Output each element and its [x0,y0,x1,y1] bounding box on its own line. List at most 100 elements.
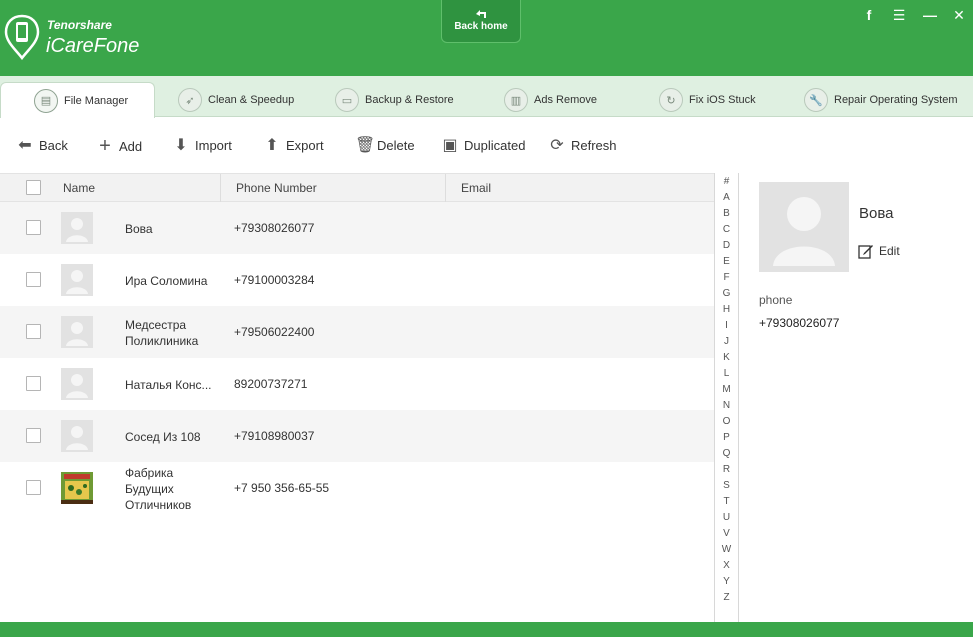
alphabet-index-letter[interactable]: N [715,400,738,411]
alphabet-index-letter[interactable]: A [715,192,738,203]
contact-phone: +79506022400 [234,325,315,339]
toolbar: ⬅ Back + Add ⬇ Import ⬆ Export 🗑 Delete … [0,118,973,173]
alphabet-index-letter[interactable]: Q [715,448,738,459]
add-button[interactable]: + Add [97,135,142,158]
contact-phone: +79100003284 [234,273,315,287]
table-row[interactable]: Медсестра Поликлиника +79506022400 [0,306,714,358]
tab-backup-restore[interactable]: ▭ Backup & Restore [335,82,454,118]
alphabet-index-letter[interactable]: # [715,176,738,187]
back-home-label: Back home [454,21,508,32]
tab-file-manager[interactable]: ▤ File Manager [0,82,155,118]
folder-icon: ▭ [335,88,359,112]
alphabet-index-letter[interactable]: H [715,304,738,315]
alphabet-index-letter[interactable]: X [715,560,738,571]
tab-clean-speedup[interactable]: ➶ Clean & Speedup [178,82,294,118]
alphabet-index-letter[interactable]: W [715,544,738,555]
row-checkbox[interactable] [26,428,41,443]
row-checkbox[interactable] [26,272,41,287]
alphabet-index-letter[interactable]: I [715,320,738,331]
contact-name: Сосед Из 108 [125,430,201,444]
tab-label: Clean & Speedup [208,94,295,106]
column-header-phone[interactable]: Phone Number [236,181,317,195]
alphabet-index-letter[interactable]: M [715,384,738,395]
delete-button[interactable]: 🗑 Delete [355,135,415,155]
back-button[interactable]: ⬅ Back [17,135,68,155]
tab-fix-ios-stuck[interactable]: ↻ Fix iOS Stuck [659,82,756,118]
phone-field-label: phone [759,293,793,307]
alphabet-index-letter[interactable]: B [715,208,738,219]
duplicated-button[interactable]: ▣ Duplicated [442,135,525,155]
select-all-checkbox[interactable] [26,180,41,195]
tab-ads-remove[interactable]: ▥ Ads Remove [504,82,597,118]
alphabet-index-letter[interactable]: R [715,464,738,475]
contact-avatar [61,368,93,400]
import-label: Import [195,137,232,153]
tab-label: Ads Remove [534,94,597,106]
table-row[interactable]: Наталья Конс... 89200737271 [0,358,714,410]
add-label: Add [119,139,143,154]
contact-photo-image [61,472,93,504]
row-checkbox[interactable] [26,480,41,495]
alphabet-index-letter[interactable]: K [715,352,738,363]
person-placeholder-icon [773,197,835,266]
rocket-icon: ➶ [178,88,202,112]
contact-name: Фабрика Будущих Отличников [125,466,192,512]
import-button[interactable]: ⬇ Import [173,135,232,155]
alphabet-index-letter[interactable]: L [715,368,738,379]
alphabet-index-letter[interactable]: P [715,432,738,443]
alphabet-index-letter[interactable]: Z [715,592,738,603]
row-checkbox[interactable] [26,324,41,339]
alphabet-index-letter[interactable]: O [715,416,738,427]
alphabet-index-letter[interactable]: T [715,496,738,507]
alphabet-index-letter[interactable]: S [715,480,738,491]
column-header-name[interactable]: Name [63,181,95,195]
file-manager-icon: ▤ [34,88,58,113]
alphabet-index-letter[interactable]: J [715,336,738,347]
alphabet-index-letter[interactable]: G [715,288,738,299]
edit-button[interactable]: Edit [858,243,900,259]
contact-phone: +79108980037 [234,429,315,443]
edit-icon [858,245,873,259]
alphabet-index-letter[interactable]: C [715,224,738,235]
facebook-icon[interactable]: f [860,6,878,24]
contact-avatar [61,212,93,244]
table-row[interactable]: Ира Соломина +79100003284 [0,254,714,306]
contact-detail-avatar [759,182,849,272]
alphabet-index-letter[interactable]: E [715,256,738,267]
contact-avatar [61,316,93,348]
tab-repair-os[interactable]: 🔧 Repair Operating System [804,82,958,118]
app-name: iCareFone [46,35,140,57]
column-header-email[interactable]: Email [461,181,491,195]
duplicate-icon: ▣ [442,137,458,154]
minimize-icon[interactable]: — [921,6,939,24]
contact-detail-name: Вова [859,205,894,222]
alphabet-index-letter[interactable]: Y [715,576,738,587]
alphabet-index-letter[interactable]: D [715,240,738,251]
main-tab-bar: ▤ File Manager ➶ Clean & Speedup ▭ Backu… [0,76,973,118]
close-icon[interactable]: ✕ [950,6,968,24]
table-row[interactable]: Сосед Из 108 +79108980037 [0,410,714,462]
app-window: Tenorshare iCareFone Back home f ☰ — ✕ ▤… [0,0,973,637]
menu-icon[interactable]: ☰ [890,6,908,24]
export-button[interactable]: ⬆ Export [264,135,323,155]
back-home-button[interactable]: Back home [441,0,521,43]
alphabet-index-letter[interactable]: U [715,512,738,523]
delete-label: Delete [377,137,415,153]
refresh-button[interactable]: ⟳ Refresh [549,135,616,155]
company-name: Tenorshare [47,18,112,32]
contact-phone: +7 950 356-65-55 [234,481,330,495]
person-placeholder-icon [66,374,88,398]
icarefone-logo [4,14,40,60]
trash-icon: ▥ [504,88,528,112]
contact-name: Ира Соломина [125,274,208,288]
tab-label: Repair Operating System [834,94,958,106]
column-divider [220,174,221,202]
table-row[interactable]: Вова +79308026077 [0,202,714,254]
alphabet-index-letter[interactable]: V [715,528,738,539]
alphabet-index-letter[interactable]: F [715,272,738,283]
row-checkbox[interactable] [26,220,41,235]
table-row[interactable]: Фабрика Будущих Отличников +7 950 356-65… [0,462,714,514]
row-checkbox[interactable] [26,376,41,391]
back-label: Back [39,137,68,153]
contact-name: Вова [125,222,153,236]
